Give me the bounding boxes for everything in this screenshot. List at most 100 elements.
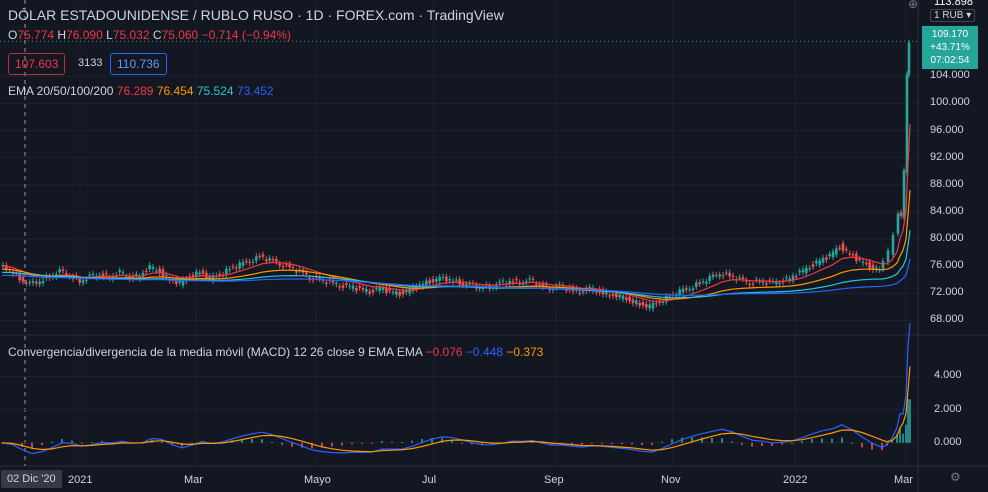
macd-y-tick-label: 4.000 xyxy=(934,369,962,382)
candle xyxy=(698,282,701,285)
currency-unit-selector[interactable]: 1 RUB ▾ xyxy=(930,9,976,22)
candle xyxy=(845,249,848,251)
macd-histogram-bar xyxy=(31,442,33,448)
macd-histogram-bar xyxy=(351,442,353,445)
macd-histogram-bar xyxy=(331,442,333,447)
candle xyxy=(295,271,298,273)
candle xyxy=(535,284,538,286)
macd-histogram-bar xyxy=(841,437,843,443)
candle xyxy=(501,280,505,282)
candle xyxy=(58,269,61,273)
macd-histogram-bar xyxy=(261,439,263,443)
candle xyxy=(341,285,345,288)
sell-price-button[interactable]: 107.603 xyxy=(8,53,66,75)
macd-histogram-bar xyxy=(381,441,383,443)
candle xyxy=(318,277,321,280)
candle xyxy=(121,272,125,274)
candle xyxy=(728,272,731,277)
candle xyxy=(751,283,755,285)
candle xyxy=(225,268,228,275)
candle xyxy=(835,248,838,255)
candle xyxy=(738,277,741,279)
macd-histogram-bar xyxy=(641,442,643,445)
spread-value: 3133 xyxy=(78,57,103,69)
macd-histogram-bar xyxy=(161,441,163,443)
candle xyxy=(831,251,835,257)
macd-histogram-bar xyxy=(791,442,793,444)
x-tick-label: Mayo xyxy=(304,474,331,486)
candle xyxy=(358,285,361,288)
candle xyxy=(801,269,805,273)
candle xyxy=(428,280,431,284)
candle xyxy=(285,264,288,266)
macd-histogram-bar xyxy=(781,442,783,445)
candle xyxy=(715,274,718,276)
candle xyxy=(648,304,651,309)
candle xyxy=(31,280,35,283)
y-tick-label: 68.000 xyxy=(930,313,964,326)
candle xyxy=(531,279,535,281)
candle xyxy=(621,295,625,300)
candle xyxy=(798,270,801,273)
candle xyxy=(691,288,695,291)
candle xyxy=(248,261,251,263)
candle xyxy=(435,278,438,282)
candle xyxy=(778,283,781,285)
macd-legend[interactable]: Convergencia/divergencia de la media móv… xyxy=(8,345,543,359)
candle xyxy=(645,304,648,308)
candle xyxy=(238,262,241,269)
macd-histogram-bar xyxy=(651,442,653,445)
candle xyxy=(385,288,388,293)
macd-histogram-bar xyxy=(461,442,463,444)
candle xyxy=(615,293,618,298)
x-tick-label: Sep xyxy=(544,474,564,486)
candle xyxy=(851,254,855,256)
crosshair-date-label: 02 Dic '20 xyxy=(1,470,62,488)
candle xyxy=(25,282,28,284)
macd-histogram-bar xyxy=(731,441,733,443)
candle xyxy=(748,283,751,285)
ema-legend[interactable]: EMA 20/50/100/200 76.289 76.454 75.524 7… xyxy=(8,84,274,98)
macd-line xyxy=(1,322,911,455)
candle xyxy=(618,294,621,298)
candle xyxy=(155,270,158,272)
candle xyxy=(902,170,906,218)
candle xyxy=(718,274,721,277)
candle xyxy=(85,279,88,281)
add-symbol-icon[interactable]: ⊕ xyxy=(908,0,918,11)
candle xyxy=(815,260,818,264)
candle xyxy=(841,243,845,251)
candle xyxy=(375,288,378,290)
settings-icon[interactable]: ⚙ xyxy=(950,470,961,484)
candle xyxy=(425,280,428,286)
candle xyxy=(231,266,235,268)
candle xyxy=(907,42,911,75)
macd-histogram-bar xyxy=(661,441,663,443)
candle xyxy=(361,287,365,290)
candle xyxy=(251,261,255,263)
candle xyxy=(305,272,308,275)
candle xyxy=(881,261,885,269)
macd-histogram-bar xyxy=(721,438,723,443)
candle xyxy=(658,301,661,303)
x-tick-label: Jul xyxy=(422,474,437,486)
candle xyxy=(245,261,248,263)
macd-histogram-bar xyxy=(361,442,363,444)
x-tick-label: Mar xyxy=(184,474,203,486)
candle xyxy=(825,257,828,260)
macd-histogram-bar xyxy=(341,442,343,446)
candle xyxy=(438,276,441,281)
candle xyxy=(241,262,245,266)
candle xyxy=(165,274,168,276)
y-tick-label: 72.000 xyxy=(930,286,964,299)
chart-title: DÓLAR ESTADOUNIDENSE / RUBLO RUSO · 1D ·… xyxy=(8,7,504,23)
x-tick-label: 2021 xyxy=(68,474,93,486)
candle xyxy=(628,296,631,302)
candle xyxy=(899,212,903,216)
candle xyxy=(408,288,411,294)
macd-histogram-bar xyxy=(71,440,73,443)
candle xyxy=(445,276,448,282)
candle xyxy=(625,297,628,300)
macd-histogram-bar xyxy=(801,440,803,443)
buy-price-button[interactable]: 110.736 xyxy=(110,53,167,75)
